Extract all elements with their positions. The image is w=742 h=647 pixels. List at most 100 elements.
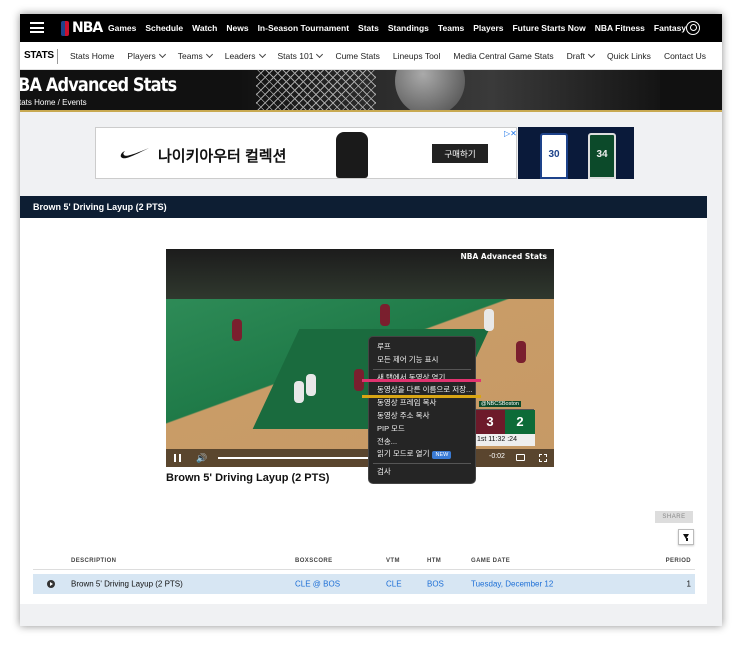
- nav-link-watch[interactable]: Watch: [192, 23, 217, 33]
- new-badge: NEW: [432, 451, 452, 460]
- stats-subnav: STATS Stats Home Players Teams Leaders S…: [20, 42, 722, 70]
- page-banner: BA Advanced Stats tats Home / Events: [20, 70, 722, 112]
- banner-ball-image: [395, 70, 465, 112]
- chevron-down-icon: [205, 50, 213, 59]
- ad-close-icon[interactable]: ▷✕: [504, 129, 517, 138]
- column-header-period[interactable]: PERIOD: [666, 558, 691, 564]
- nav-link-games[interactable]: Games: [108, 23, 136, 33]
- scoreboard-network: @NBCSBoston: [479, 401, 521, 407]
- context-menu-loop[interactable]: 루프: [369, 341, 475, 354]
- nav-link-in-season-tournament[interactable]: In-Season Tournament: [258, 23, 349, 33]
- video-title: Brown 5' Driving Layup (2 PTS): [166, 472, 330, 484]
- stats-subnav-links: Stats Home Players Teams Leaders Stats 1…: [70, 42, 706, 70]
- banner-accent-line: [20, 110, 722, 112]
- subnav-link-lineups-tool[interactable]: Lineups Tool: [393, 51, 441, 61]
- breadcrumb[interactable]: tats Home / Events: [20, 98, 87, 107]
- highlight-underline-pink: [362, 379, 481, 382]
- video-scoreboard: 3 2 1st 11:32 :24 @NBCSBoston: [474, 401, 535, 446]
- stats-section-label[interactable]: STATS: [24, 50, 54, 61]
- scoreboard-home-score: 2: [505, 410, 535, 434]
- scoreboard-away-score: 3: [475, 410, 505, 434]
- subnav-link-teams[interactable]: Teams: [177, 50, 213, 61]
- context-menu-copy-frame[interactable]: 동영상 프레임 복사: [369, 397, 475, 410]
- video-player-figure: [232, 319, 242, 341]
- clip-header: Brown 5' Driving Layup (2 PTS): [20, 196, 707, 218]
- video-player[interactable]: NBA Advanced Stats 3 2 1st 11:32 :24 @NB…: [166, 249, 554, 467]
- context-menu-cast[interactable]: 전송...: [369, 436, 475, 449]
- video-player-figure: [516, 341, 526, 363]
- cell-game-date-link[interactable]: Tuesday, December 12: [471, 580, 553, 589]
- subnav-link-draft-label: Draft: [566, 51, 585, 61]
- subnav-link-media-central[interactable]: Media Central Game Stats: [453, 51, 553, 61]
- filter-icon[interactable]: [678, 529, 694, 545]
- hamburger-menu-icon[interactable]: [30, 22, 44, 33]
- column-header-htm[interactable]: HTM: [427, 558, 441, 564]
- context-menu-show-controls[interactable]: 모든 제어 기능 표시: [369, 354, 475, 367]
- context-menu-reading-mode[interactable]: 읽기 모드로 열기 NEW: [369, 448, 475, 461]
- jersey-number: 34: [596, 149, 608, 160]
- context-menu-inspect[interactable]: 검사: [369, 466, 475, 479]
- nav-link-players[interactable]: Players: [473, 23, 503, 33]
- jersey-ad-image[interactable]: 30 34: [518, 127, 634, 179]
- chevron-down-icon: [316, 50, 324, 59]
- play-clip-icon[interactable]: [47, 580, 55, 588]
- context-menu-separator: [373, 368, 471, 370]
- scoreboard-clock: 1st 11:32 :24: [475, 434, 535, 446]
- ad-headline: 나이키아우터 컬렉션: [158, 148, 287, 165]
- context-menu-copy-address[interactable]: 동영상 주소 복사: [369, 410, 475, 423]
- captions-icon[interactable]: [516, 454, 525, 461]
- subnav-link-draft[interactable]: Draft: [566, 50, 596, 61]
- nav-link-nba-fitness[interactable]: NBA Fitness: [595, 23, 645, 33]
- jersey-warriors: 30: [540, 133, 568, 179]
- cell-period: 1: [686, 579, 691, 589]
- nav-link-schedule[interactable]: Schedule: [145, 23, 183, 33]
- nav-link-stats[interactable]: Stats: [358, 23, 379, 33]
- jersey-bucks: 34: [588, 133, 616, 179]
- cell-htm-link[interactable]: BOS: [427, 580, 444, 589]
- subnav-link-quick-links[interactable]: Quick Links: [607, 51, 651, 61]
- subnav-link-teams-label: Teams: [177, 51, 203, 61]
- volume-icon[interactable]: 🔊: [196, 453, 207, 464]
- user-account-icon[interactable]: [686, 21, 700, 35]
- nba-logo-icon: [61, 20, 69, 36]
- nike-ad-banner[interactable]: 나이키아우터 컬렉션 구매하기 ▷✕: [95, 127, 517, 179]
- cell-vtm-link[interactable]: CLE: [386, 580, 402, 589]
- video-watermark: NBA Advanced Stats: [460, 252, 547, 261]
- browser-page: NBA Games Schedule Watch News In-Season …: [20, 14, 722, 626]
- reading-mode-label: 읽기 모드로 열기: [377, 449, 430, 459]
- video-player-figure: [484, 309, 494, 331]
- subnav-link-players[interactable]: Players: [127, 50, 166, 61]
- table-row[interactable]: Brown 5' Driving Layup (2 PTS) CLE @ BOS…: [33, 574, 695, 594]
- column-header-description[interactable]: DESCRIPTION: [71, 558, 116, 564]
- nav-link-teams[interactable]: Teams: [438, 23, 464, 33]
- column-header-game-date[interactable]: GAME DATE: [471, 558, 510, 564]
- nba-logo[interactable]: NBA: [61, 20, 103, 36]
- table-header: DESCRIPTION BOXSCORE VTM HTM GAME DATE P…: [33, 552, 695, 570]
- pause-icon[interactable]: [174, 454, 181, 462]
- column-header-boxscore[interactable]: BOXSCORE: [295, 558, 333, 564]
- share-button[interactable]: SHARE: [655, 511, 693, 523]
- fullscreen-icon[interactable]: [539, 454, 547, 462]
- column-header-vtm[interactable]: VTM: [386, 558, 400, 564]
- video-player-figure: [380, 304, 390, 326]
- nav-link-standings[interactable]: Standings: [388, 23, 429, 33]
- subnav-link-leaders[interactable]: Leaders: [224, 50, 266, 61]
- subnav-link-cume-stats[interactable]: Cume Stats: [335, 51, 379, 61]
- chevron-down-icon: [158, 50, 166, 59]
- ad-buy-button[interactable]: 구매하기: [432, 144, 488, 163]
- context-menu-pip[interactable]: PIP 모드: [369, 423, 475, 436]
- video-player-figure: [306, 374, 316, 396]
- subnav-link-stats-101[interactable]: Stats 101: [278, 50, 324, 61]
- subnav-link-players-label: Players: [127, 51, 156, 61]
- nav-link-future-starts-now[interactable]: Future Starts Now: [512, 23, 585, 33]
- cell-boxscore-link[interactable]: CLE @ BOS: [295, 580, 340, 589]
- context-menu-open-in-new-tab[interactable]: 새 탭에서 동영상 열기: [369, 372, 475, 385]
- nav-link-news[interactable]: News: [226, 23, 248, 33]
- subnav-link-leaders-label: Leaders: [224, 51, 256, 61]
- subnav-link-contact-us[interactable]: Contact Us: [664, 51, 706, 61]
- subnav-link-stats-home[interactable]: Stats Home: [70, 51, 114, 61]
- ad-jacket-image: [336, 132, 368, 178]
- subnav-divider: [57, 49, 58, 64]
- nav-link-fantasy[interactable]: Fantasy: [654, 23, 686, 33]
- video-controls: 🔊 -0:02: [166, 449, 554, 467]
